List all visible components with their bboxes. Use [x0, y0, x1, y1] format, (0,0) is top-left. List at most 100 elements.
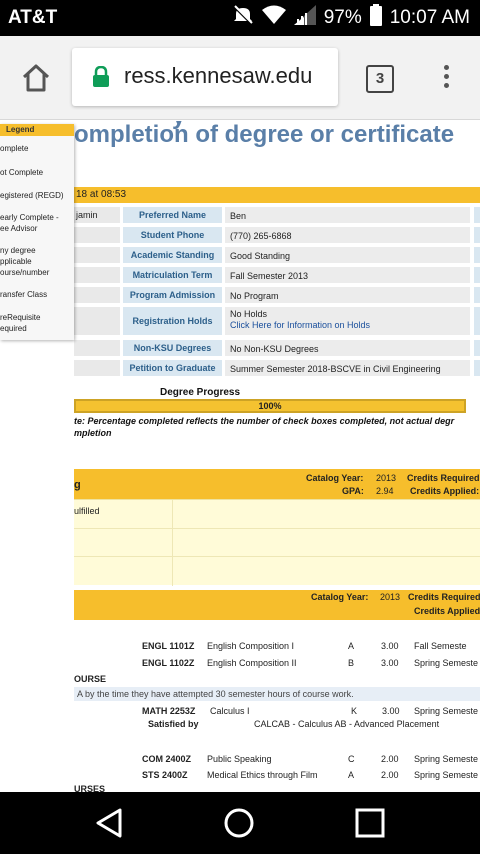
- legend-panel: Legend omplete ot Complete egistered (REGD…: [0, 124, 74, 340]
- legend-item: equired: [0, 324, 27, 333]
- clock: 10:07 AM: [389, 7, 470, 28]
- requirement-section-body: ulfilled: [74, 499, 480, 586]
- progress-note-line1: te: Percentage completed reflects the nu…: [74, 416, 455, 426]
- info-edge-cell: [474, 287, 480, 303]
- course-title: Medical Ethics through Film: [207, 770, 318, 780]
- info-value: No Holds Click Here for Information on Ho…: [225, 307, 470, 335]
- home-icon: [22, 64, 50, 92]
- info-value-text: (770) 265-6868: [230, 231, 292, 241]
- catalog-year-label-2: Catalog Year:: [311, 592, 369, 602]
- legend-item: ee Advisor: [0, 224, 38, 233]
- lock-icon: [92, 65, 110, 93]
- course-code: ENGL 1101Z: [142, 641, 195, 651]
- info-value-text: Fall Semester 2013: [230, 271, 309, 281]
- course-code: MATH 2253Z: [142, 706, 196, 716]
- info-value-text: Ben: [230, 211, 247, 221]
- legend-item: early Complete -: [0, 213, 59, 222]
- legend-item: ny degree: [0, 246, 36, 255]
- info-edge-cell: [474, 227, 480, 243]
- requirement-note: A by the time they have attempted 30 sem…: [77, 689, 354, 699]
- back-button[interactable]: [92, 806, 126, 840]
- url-text: ress.kennesaw.edu: [124, 63, 313, 88]
- info-value: Good Standing: [225, 247, 470, 263]
- course-title: English Composition II: [207, 658, 297, 668]
- info-edge-cell: [474, 307, 480, 335]
- course-term: Spring Semeste: [414, 770, 479, 780]
- home-button[interactable]: [18, 60, 54, 96]
- url-bar[interactable]: ress.kennesaw.edu: [72, 48, 338, 106]
- recents-button[interactable]: [353, 806, 387, 840]
- holds-info-link[interactable]: Click Here for Information on Holds: [230, 320, 470, 330]
- info-left-cell: [74, 307, 120, 335]
- course-term: Spring Semeste: [414, 706, 479, 716]
- info-edge-cell: [474, 360, 480, 376]
- course-credits: 2.00: [381, 770, 399, 780]
- info-value-text: No Program: [230, 291, 279, 301]
- section-title-fragment: g: [74, 479, 81, 491]
- info-value: Summer Semester 2018-BSCVE in Civil Engi…: [225, 360, 470, 376]
- info-label: Petition to Graduate: [123, 360, 222, 376]
- requirement-section-header-2: Catalog Year: 2013 Credits Required Cred…: [74, 590, 480, 620]
- progress-note-line2: mpletion: [74, 428, 112, 438]
- course-term: Spring Semeste: [414, 658, 479, 668]
- credits-required-label-2: Credits Required: [408, 592, 480, 602]
- course-credits: 2.00: [381, 754, 399, 764]
- info-label: Academic Standing: [123, 247, 222, 263]
- course-credits: 3.00: [382, 706, 400, 716]
- carrier-label: AT&T: [8, 7, 58, 28]
- satisfied-by-value: CALCAB - Calculus AB - Advanced Placemen…: [254, 719, 440, 729]
- requirement-section-header: g Catalog Year: 2013 Credits Required: G…: [74, 469, 480, 499]
- grid-divider: [172, 500, 173, 586]
- degree-progress-percent: 100%: [258, 401, 282, 411]
- info-edge-cell: [474, 267, 480, 283]
- credits-applied-label-2: Credits Applied: [414, 606, 480, 616]
- battery-icon: [369, 4, 382, 32]
- more-vert-icon[interactable]: [436, 62, 456, 96]
- course-grade: A: [348, 641, 355, 651]
- navigation-bar: [0, 792, 480, 854]
- legend-item: ot Complete: [0, 168, 44, 177]
- catalog-year-value-2: 2013: [380, 592, 401, 602]
- info-left-cell: [74, 267, 120, 283]
- course-credits: 3.00: [381, 658, 399, 668]
- legend-item: omplete: [0, 144, 29, 153]
- course-grade: B: [348, 658, 355, 668]
- info-label: Program Admission: [123, 287, 222, 303]
- credits-required-label: Credits Required:: [407, 473, 480, 483]
- grid-divider: [74, 556, 480, 557]
- info-edge-cell: [474, 340, 480, 356]
- info-label: Registration Holds: [123, 307, 222, 335]
- info-value: No Program: [225, 287, 470, 303]
- recents-icon: [355, 808, 385, 838]
- home-circle-icon: [224, 808, 254, 838]
- info-value: (770) 265-6868: [225, 227, 470, 243]
- catalog-year-label: Catalog Year:: [306, 473, 364, 483]
- back-icon: [96, 808, 122, 838]
- info-value: Ben: [225, 207, 470, 223]
- legend-item: ourse/number: [0, 268, 50, 277]
- course-term: Spring Semeste: [414, 754, 479, 764]
- info-left-cell: [74, 227, 120, 243]
- course-grade: C: [348, 754, 355, 764]
- satisfied-by-label: Satisfied by: [148, 719, 199, 729]
- tabs-icon[interactable]: 3: [366, 65, 394, 93]
- info-value-text: Good Standing: [230, 251, 291, 261]
- legend-item: pplicable: [0, 257, 32, 266]
- course-grade: A: [348, 770, 355, 780]
- info-label: Preferred Name: [123, 207, 222, 223]
- info-edge-cell: [474, 247, 480, 263]
- legend-title: Legend: [0, 124, 74, 136]
- gpa-value: 2.94: [376, 486, 394, 496]
- status-bar: AT&T 97% 10:07 AM: [0, 0, 480, 36]
- info-left-cell: [74, 287, 120, 303]
- home-nav-button[interactable]: [222, 806, 256, 840]
- info-value-text: No Non-KSU Degrees: [230, 344, 319, 354]
- course-group-label-2: URSES: [74, 784, 106, 792]
- progress-note: te: Percentage completed reflects the nu…: [74, 415, 480, 439]
- course-list: ENGL 1101Z English Composition I A 3.00 Fall…: [74, 621, 480, 792]
- signal-icon: [293, 5, 316, 31]
- info-label: Matriculation Term: [123, 267, 222, 283]
- legend-item: reRequisite: [0, 313, 41, 322]
- info-edge-cell: [474, 207, 480, 223]
- grid-divider: [74, 528, 480, 529]
